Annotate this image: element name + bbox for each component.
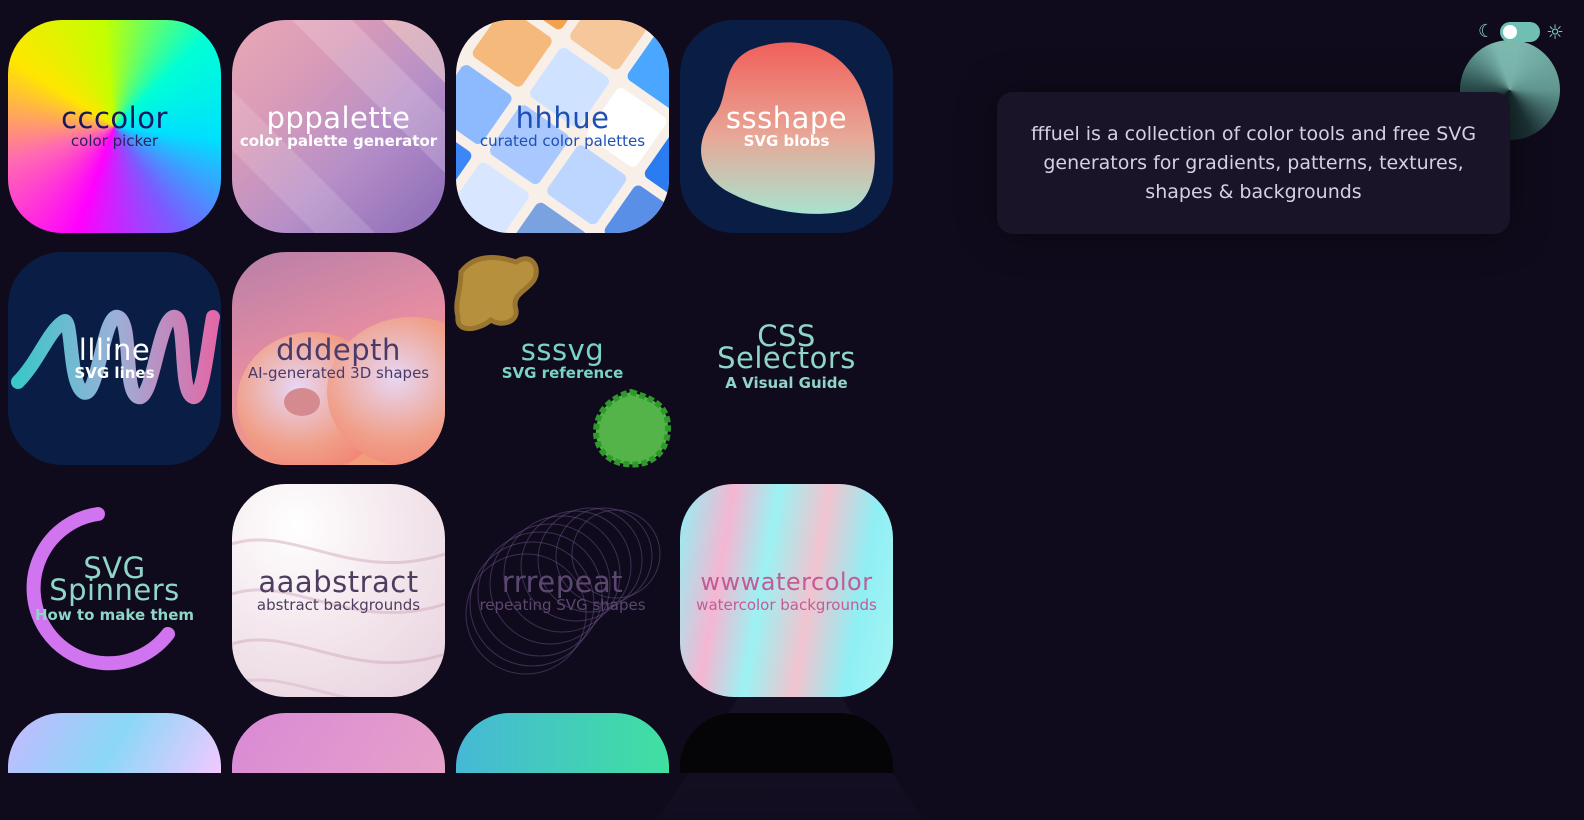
tile-title: sssvg xyxy=(520,333,605,367)
tile-rrrepeat[interactable]: rrrepeat repeating SVG shapes xyxy=(456,484,669,697)
tile-subtitle: How to make them xyxy=(34,606,194,624)
tile-subtitle: curated color palettes xyxy=(479,132,646,150)
tool-grid: cccolor color picker pppalette color pal… xyxy=(8,20,893,697)
tile-llline[interactable]: llline SVG lines xyxy=(8,252,221,465)
intro-card: fffuel is a collection of color tools an… xyxy=(997,92,1510,234)
tile-subtitle: SVG reference xyxy=(501,364,624,382)
tile-cccolor[interactable]: cccolor color picker xyxy=(8,20,221,233)
tile-row4-4[interactable] xyxy=(680,713,893,773)
tile-title: dddepth xyxy=(276,333,401,367)
tile-title: aaabstract xyxy=(258,565,419,599)
tile-title: hhhue xyxy=(515,101,610,135)
tile-title: wwwatercolor xyxy=(700,568,873,596)
tile-title: pppalette xyxy=(266,101,411,135)
tile-title: rrrepeat xyxy=(501,565,624,599)
tile-title: cccolor xyxy=(61,101,168,135)
tile-aaabstract[interactable]: aaabstract abstract backgrounds xyxy=(232,484,445,697)
theme-switch[interactable] xyxy=(1500,22,1541,42)
tile-subtitle: SVG lines xyxy=(74,364,155,382)
tile-wwwatercolor[interactable]: wwwatercolor watercolor backgrounds xyxy=(680,484,893,697)
switch-knob xyxy=(1503,25,1518,39)
tile-pppalette[interactable]: pppalette color palette generator xyxy=(232,20,445,233)
tile-dddepth[interactable]: dddepth AI-generated 3D shapes xyxy=(232,252,445,465)
tile-subtitle: color palette generator xyxy=(239,132,438,150)
tile-title: llline xyxy=(78,333,151,367)
tile-subtitle: repeating SVG shapes xyxy=(479,596,646,614)
moon-icon: ☾ xyxy=(1478,21,1495,42)
tile-title-line2: Spinners xyxy=(49,573,180,607)
tile-title-line2: Selectors xyxy=(717,341,856,375)
tile-svg-spinners[interactable]: SVG Spinners How to make them xyxy=(8,484,221,697)
tile-title: ssshape xyxy=(725,101,848,135)
tile-row4-3[interactable] xyxy=(456,713,669,773)
tile-row4-2[interactable] xyxy=(232,713,445,773)
tile-sssvg[interactable]: sssvg SVG reference xyxy=(454,252,672,468)
tile-subtitle: AI-generated 3D shapes xyxy=(247,364,430,382)
tile-ssshape[interactable]: ssshape SVG blobs xyxy=(680,20,893,233)
sun-icon: ☼ xyxy=(1546,20,1565,44)
tile-row4-1[interactable] xyxy=(8,713,221,773)
intro-text: fffuel is a collection of color tools an… xyxy=(1030,122,1477,203)
theme-toggle: ☾ ☼ xyxy=(1478,22,1564,42)
tile-hhhue[interactable]: hhhue curated color palettes xyxy=(456,20,669,233)
tile-subtitle: A Visual Guide xyxy=(725,374,848,392)
tile-subtitle: abstract backgrounds xyxy=(256,596,421,614)
tile-subtitle: color picker xyxy=(70,132,159,150)
tile-css-selectors[interactable]: CSS Selectors A Visual Guide xyxy=(680,252,893,465)
tile-subtitle: watercolor backgrounds xyxy=(696,596,877,614)
tile-subtitle: SVG blobs xyxy=(743,132,830,150)
